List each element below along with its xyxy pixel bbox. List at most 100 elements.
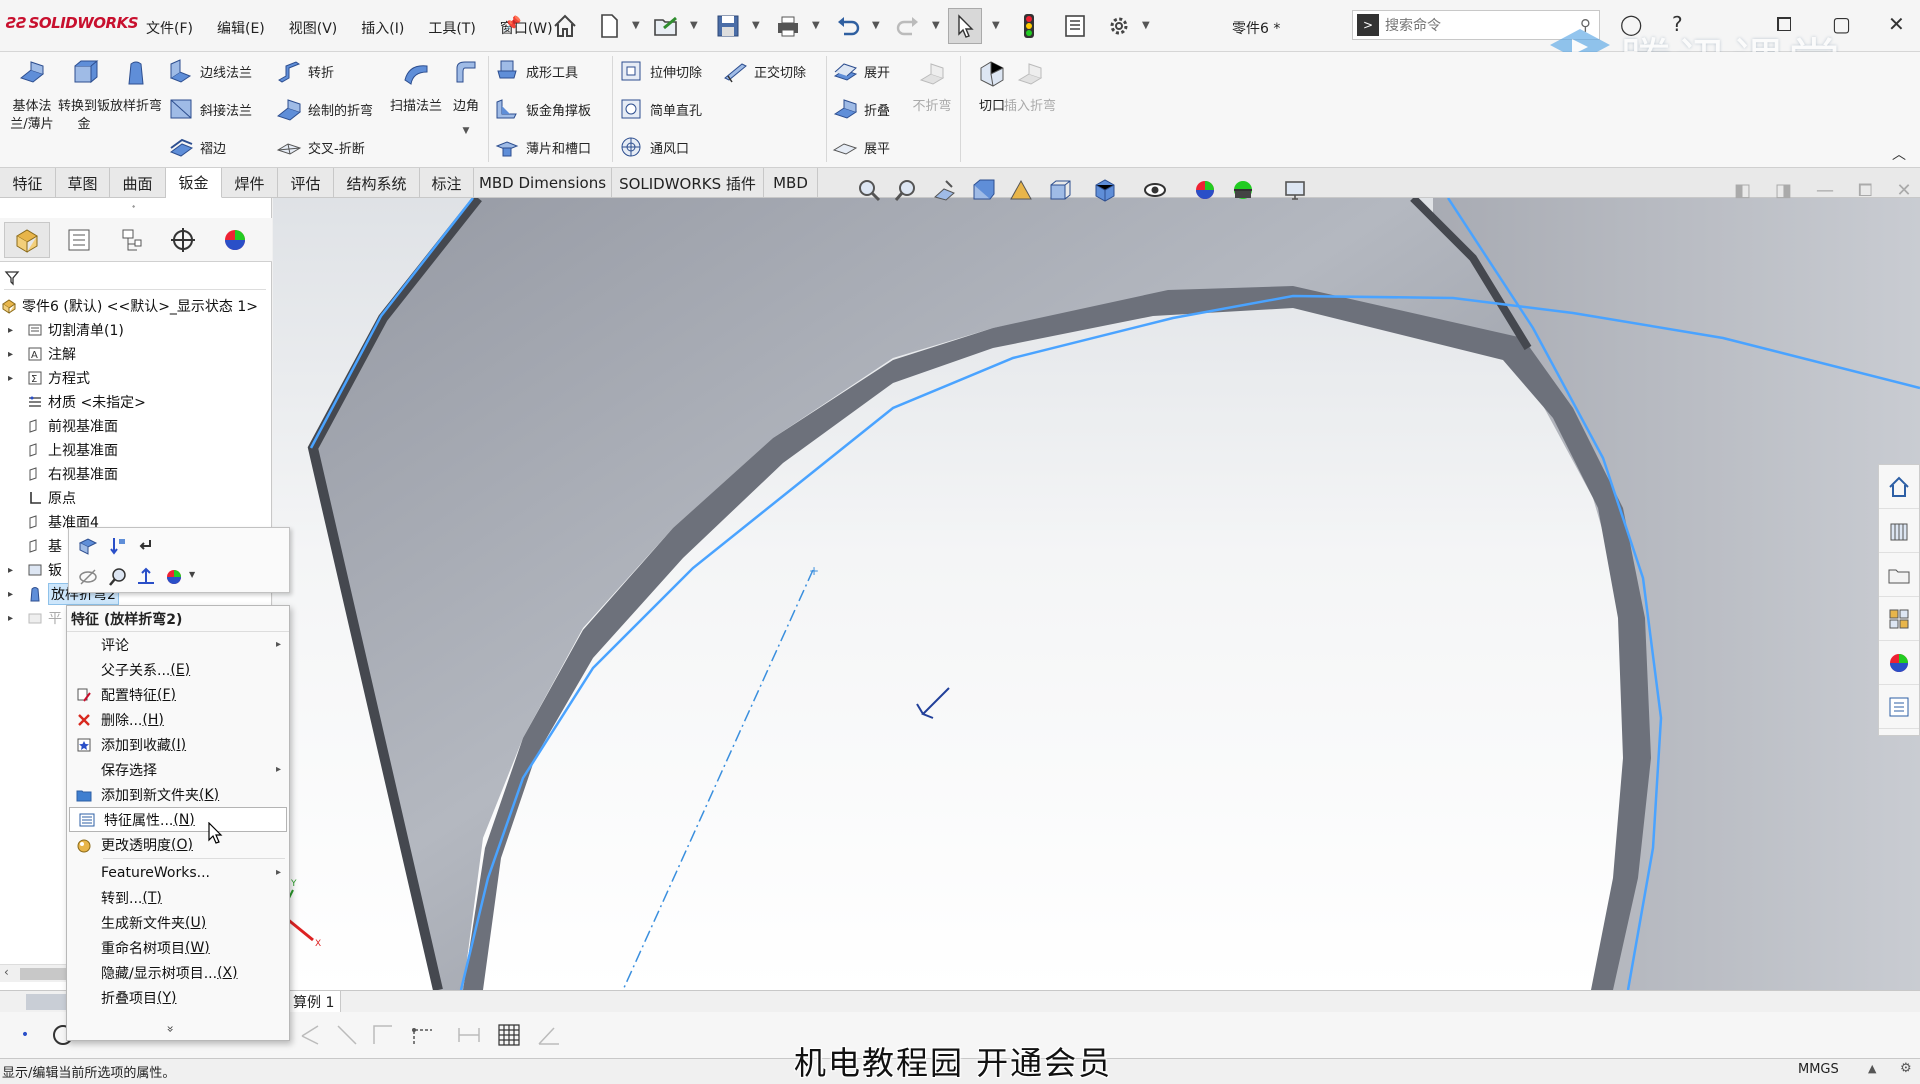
miter-flange-button[interactable]: 斜接法兰	[168, 94, 252, 124]
edit-appearance-button[interactable]	[1190, 176, 1220, 204]
flatten-button[interactable]: 展平	[832, 132, 890, 162]
display-manager-tab[interactable]	[212, 222, 258, 258]
menu-item-configure-feature[interactable]: 配置特征 (F)	[67, 682, 289, 707]
menu-item-hide-show-tree-items[interactable]: 隐藏/显示树项目... (X)	[67, 960, 289, 985]
hem-button[interactable]: 褶边	[168, 132, 226, 162]
simple-hole-button[interactable]: 简单直孔	[618, 94, 702, 124]
open-button[interactable]	[648, 8, 684, 44]
menu-item-comment[interactable]: 评论 ▸	[67, 632, 289, 657]
grid-button[interactable]	[494, 1020, 524, 1050]
menu-item-add-to-new-folder[interactable]: 添加到新文件夹 (K)	[67, 782, 289, 807]
dimxpert-manager-tab[interactable]	[160, 222, 206, 258]
sheetmetal-gusset-button[interactable]: 钣金角撑板	[494, 94, 591, 124]
base-flange-button[interactable]: 基体法兰/薄片	[6, 58, 58, 134]
pane-splitter-handle[interactable]: ⬩	[132, 202, 135, 212]
swept-flange-button[interactable]: 扫描法兰	[390, 58, 442, 116]
section-view-button[interactable]	[968, 176, 998, 204]
menu-edit[interactable]: 编辑(E)	[217, 18, 265, 38]
tab-evaluate[interactable]: 评估	[278, 168, 334, 198]
tree-item-front-plane[interactable]: 前视基准面	[0, 414, 272, 438]
dynamic-annotation-button[interactable]	[1006, 176, 1036, 204]
previous-view-button[interactable]	[930, 176, 960, 204]
line-tool-button[interactable]	[296, 1020, 326, 1050]
tab-structure-system[interactable]: 结构系统	[334, 168, 420, 198]
expand-arrow-icon[interactable]: ▸	[8, 589, 20, 600]
expand-arrow-icon[interactable]: ▸	[8, 325, 20, 336]
corner-tool-button[interactable]	[368, 1020, 398, 1050]
solidworks-logo[interactable]: ƧƧ SOLIDWORKS	[6, 14, 139, 32]
rollback-button[interactable]	[105, 533, 131, 559]
close-viewport-icon[interactable]: ✕	[1896, 180, 1911, 201]
horizontal-dimension-button[interactable]	[454, 1020, 484, 1050]
file-explorer-button[interactable]	[1879, 553, 1919, 597]
save-dropdown-icon[interactable]: ▼	[752, 20, 760, 31]
convert-to-sheetmetal-button[interactable]: 转换到钣金	[58, 58, 110, 134]
collapse-ribbon-icon[interactable]: ︿	[1892, 144, 1906, 164]
tab-navigation-arrows[interactable]	[26, 994, 66, 1010]
centerline-tool-button[interactable]	[332, 1020, 362, 1050]
tab-sheetmetal[interactable]: 钣金	[166, 168, 222, 198]
redo-button[interactable]	[890, 8, 926, 44]
undo-button[interactable]	[830, 8, 866, 44]
menu-item-delete[interactable]: 删除... (H)	[67, 707, 289, 732]
extruded-cut-button[interactable]: 拉伸切除	[618, 56, 702, 86]
tab-surfaces[interactable]: 曲面	[110, 168, 166, 198]
cross-break-button[interactable]: 交叉-折断	[276, 132, 365, 162]
tab-and-slot-button[interactable]: 薄片和槽口	[494, 132, 591, 162]
graphics-area[interactable]: + Y X	[273, 198, 1920, 990]
new-document-button[interactable]	[592, 8, 626, 44]
menu-view[interactable]: 视图(V)	[289, 18, 338, 38]
solidworks-resources-button[interactable]	[1879, 465, 1919, 509]
menu-item-add-to-favorites[interactable]: 添加到收藏 (I)	[67, 732, 289, 757]
split-left-icon[interactable]: ◧	[1734, 180, 1751, 201]
apply-scene-button[interactable]	[1228, 176, 1258, 204]
home-button[interactable]	[548, 8, 582, 44]
property-manager-tab[interactable]	[56, 222, 102, 258]
zoom-to-area-button[interactable]	[892, 176, 922, 204]
zoom-to-selection-button[interactable]	[105, 564, 131, 590]
view-palette-button[interactable]	[1879, 597, 1919, 641]
tab-mbd-dimensions[interactable]: MBD Dimensions	[474, 168, 612, 198]
menu-item-parent-child[interactable]: 父子关系... (E)	[67, 657, 289, 682]
menu-item-featureworks[interactable]: FeatureWorks... ▸	[67, 860, 289, 885]
tab-study1[interactable]: 算例 1	[286, 991, 342, 1013]
no-bends-button[interactable]: 不折弯	[906, 58, 958, 116]
options-button[interactable]	[1102, 8, 1136, 44]
tab-solidworks-addins[interactable]: SOLIDWORKS 插件	[612, 168, 764, 198]
hide-body-button[interactable]	[75, 564, 101, 590]
unfold-button[interactable]: 展开	[832, 56, 890, 86]
insert-bends-button[interactable]: 插入折弯	[1004, 58, 1056, 116]
tab-sketch[interactable]: 草图	[56, 168, 110, 198]
fold-button[interactable]: 折叠	[832, 94, 890, 124]
redo-dropdown-icon[interactable]: ▼	[932, 20, 940, 31]
view-settings-button[interactable]	[1280, 176, 1310, 204]
undo-dropdown-icon[interactable]: ▼	[872, 20, 880, 31]
edit-feature-button[interactable]	[75, 533, 101, 559]
split-right-icon[interactable]: ◨	[1775, 180, 1792, 201]
vent-button[interactable]: 通风口	[618, 132, 689, 162]
parent-child-button[interactable]	[133, 533, 159, 559]
options-dropdown-icon[interactable]: ▼	[1142, 20, 1150, 31]
open-dropdown-icon[interactable]: ▼	[690, 20, 698, 31]
select-button[interactable]	[948, 8, 982, 44]
hide-show-items-button[interactable]	[1140, 176, 1170, 204]
pin-icon[interactable]: 📌	[504, 16, 521, 32]
tab-weldments[interactable]: 焊件	[222, 168, 278, 198]
edge-flange-button[interactable]: 边线法兰	[168, 56, 252, 86]
menu-item-collapse-items[interactable]: 折叠项目 (Y)	[67, 985, 289, 1010]
print-button[interactable]	[770, 8, 806, 44]
select-dropdown-icon[interactable]: ▼	[992, 20, 1000, 31]
scrollbar-thumb[interactable]	[20, 968, 66, 980]
dimension-tool-button[interactable]	[408, 1020, 438, 1050]
configuration-manager-tab[interactable]	[108, 222, 154, 258]
tree-item-equations[interactable]: ▸ Σ 方程式	[0, 366, 272, 390]
tab-features[interactable]: 特征	[0, 168, 56, 198]
zoom-to-fit-button[interactable]	[854, 176, 884, 204]
menu-item-rename-tree-item[interactable]: 重命名树项目 (W)	[67, 935, 289, 960]
tree-filter[interactable]	[4, 266, 266, 290]
new-dropdown-icon[interactable]: ▼	[632, 20, 640, 31]
expand-menu-chevron-icon[interactable]: »	[164, 1025, 178, 1032]
print-dropdown-icon[interactable]: ▼	[812, 20, 820, 31]
lofted-bend-button[interactable]: 放样折弯	[110, 58, 162, 116]
minimize-viewport-icon[interactable]: —	[1816, 180, 1834, 201]
